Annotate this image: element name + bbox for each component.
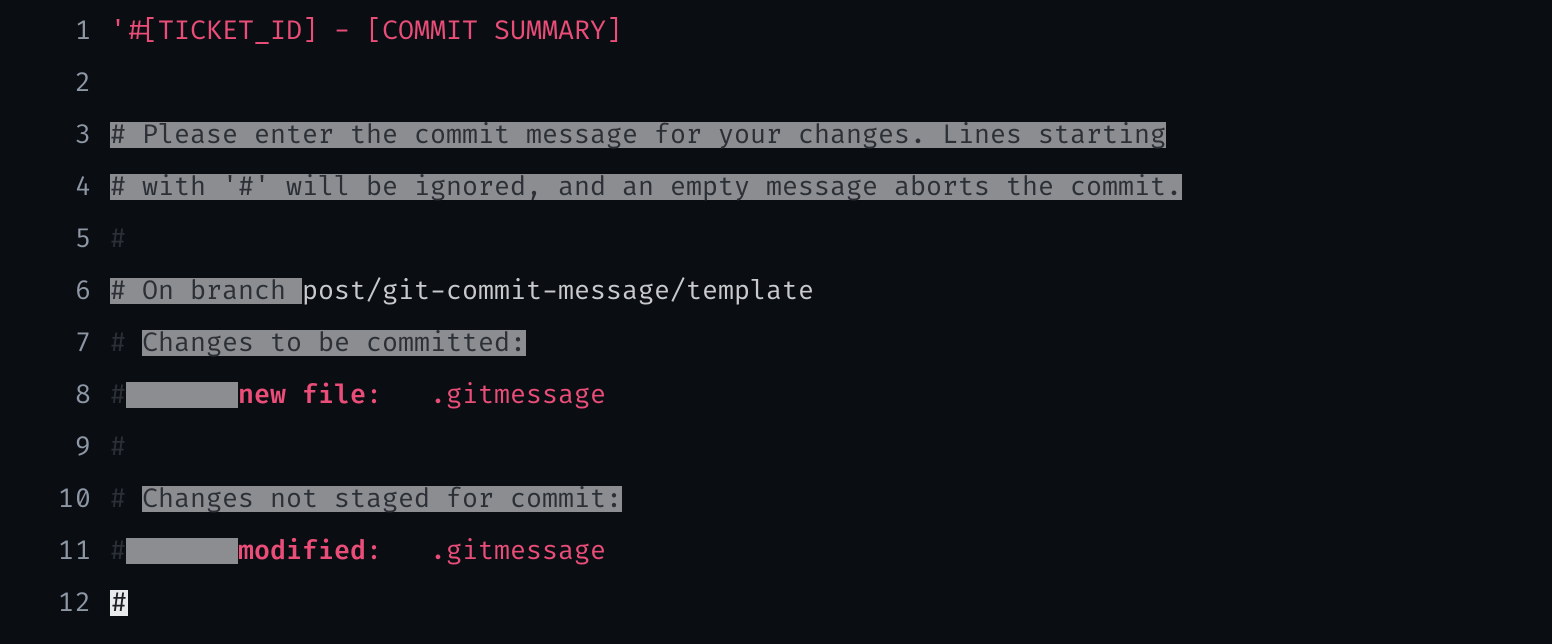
line-content[interactable]: #	[110, 580, 128, 616]
line-content[interactable]: # new file: .gitmessage	[110, 372, 606, 408]
line-number: 7	[0, 320, 110, 356]
comment-prefix: # On branch	[110, 278, 302, 304]
line-content[interactable]: #	[110, 424, 126, 460]
code-line[interactable]: 10 # Changes not staged for commit:	[0, 476, 1552, 528]
line-number: 1	[0, 8, 110, 44]
comment-hash: #	[110, 434, 126, 460]
line-content[interactable]: '#[TICKET_ID] - [COMMIT SUMMARY]	[110, 8, 622, 44]
commit-template-text: #[TICKET_ID] - [COMMIT SUMMARY]	[126, 18, 622, 44]
code-line[interactable]: 11 # modified: .gitmessage	[0, 528, 1552, 580]
code-line[interactable]: 1 '#[TICKET_ID] - [COMMIT SUMMARY]	[0, 8, 1552, 60]
code-line[interactable]: 8 # new file: .gitmessage	[0, 372, 1552, 424]
line-number: 6	[0, 268, 110, 304]
line-number: 4	[0, 164, 110, 200]
file-status: new file	[238, 382, 366, 408]
line-number: 3	[0, 112, 110, 148]
code-line[interactable]: 7 # Changes to be committed:	[0, 320, 1552, 372]
line-content[interactable]: # with '#' will be ignored, and an empty…	[110, 164, 1182, 200]
colon-pad: :	[366, 538, 430, 564]
section-header: Changes not staged for commit:	[142, 486, 622, 512]
line-content[interactable]: # Please enter the commit message for yo…	[110, 112, 1166, 148]
comment-hash: #	[110, 486, 142, 512]
line-number: 2	[0, 60, 110, 96]
line-number: 5	[0, 216, 110, 252]
line-number: 11	[0, 528, 110, 564]
code-editor[interactable]: 1 '#[TICKET_ID] - [COMMIT SUMMARY] 2 3 #…	[0, 0, 1552, 632]
branch-name: post/git-commit-message/template	[302, 278, 814, 304]
file-status: modified	[238, 538, 366, 564]
code-line[interactable]: 12 #	[0, 580, 1552, 632]
file-name: .gitmessage	[430, 538, 606, 564]
line-content[interactable]: #	[110, 216, 126, 252]
line-number: 10	[0, 476, 110, 512]
comment-hash: #	[110, 538, 126, 564]
code-line[interactable]: 5 #	[0, 216, 1552, 268]
cursor: #	[110, 590, 128, 616]
code-line[interactable]: 2	[0, 60, 1552, 112]
comment-text: # with '#' will be ignored, and an empty…	[110, 174, 1182, 200]
padding	[126, 538, 238, 564]
line-content[interactable]: # Changes not staged for commit:	[110, 476, 622, 512]
code-line[interactable]: 9 #	[0, 424, 1552, 476]
comment-hash: #	[110, 330, 142, 356]
comment-hash: #	[110, 226, 126, 252]
line-content[interactable]: # On branch post/git-commit-message/temp…	[110, 268, 814, 304]
comment-hash: #	[110, 382, 126, 408]
line-number: 8	[0, 372, 110, 408]
code-line[interactable]: 4 # with '#' will be ignored, and an emp…	[0, 164, 1552, 216]
section-header: Changes to be committed:	[142, 330, 526, 356]
code-line[interactable]: 6 # On branch post/git-commit-message/te…	[0, 268, 1552, 320]
padding	[126, 382, 238, 408]
comment-text: # Please enter the commit message for yo…	[110, 122, 1166, 148]
line-content[interactable]: # Changes to be committed:	[110, 320, 526, 356]
code-line[interactable]: 3 # Please enter the commit message for …	[0, 112, 1552, 164]
line-number: 12	[0, 580, 110, 616]
line-content[interactable]: # modified: .gitmessage	[110, 528, 606, 564]
file-name: .gitmessage	[430, 382, 606, 408]
line-number: 9	[0, 424, 110, 460]
colon-pad: :	[366, 382, 430, 408]
quote-char: '	[110, 18, 126, 44]
